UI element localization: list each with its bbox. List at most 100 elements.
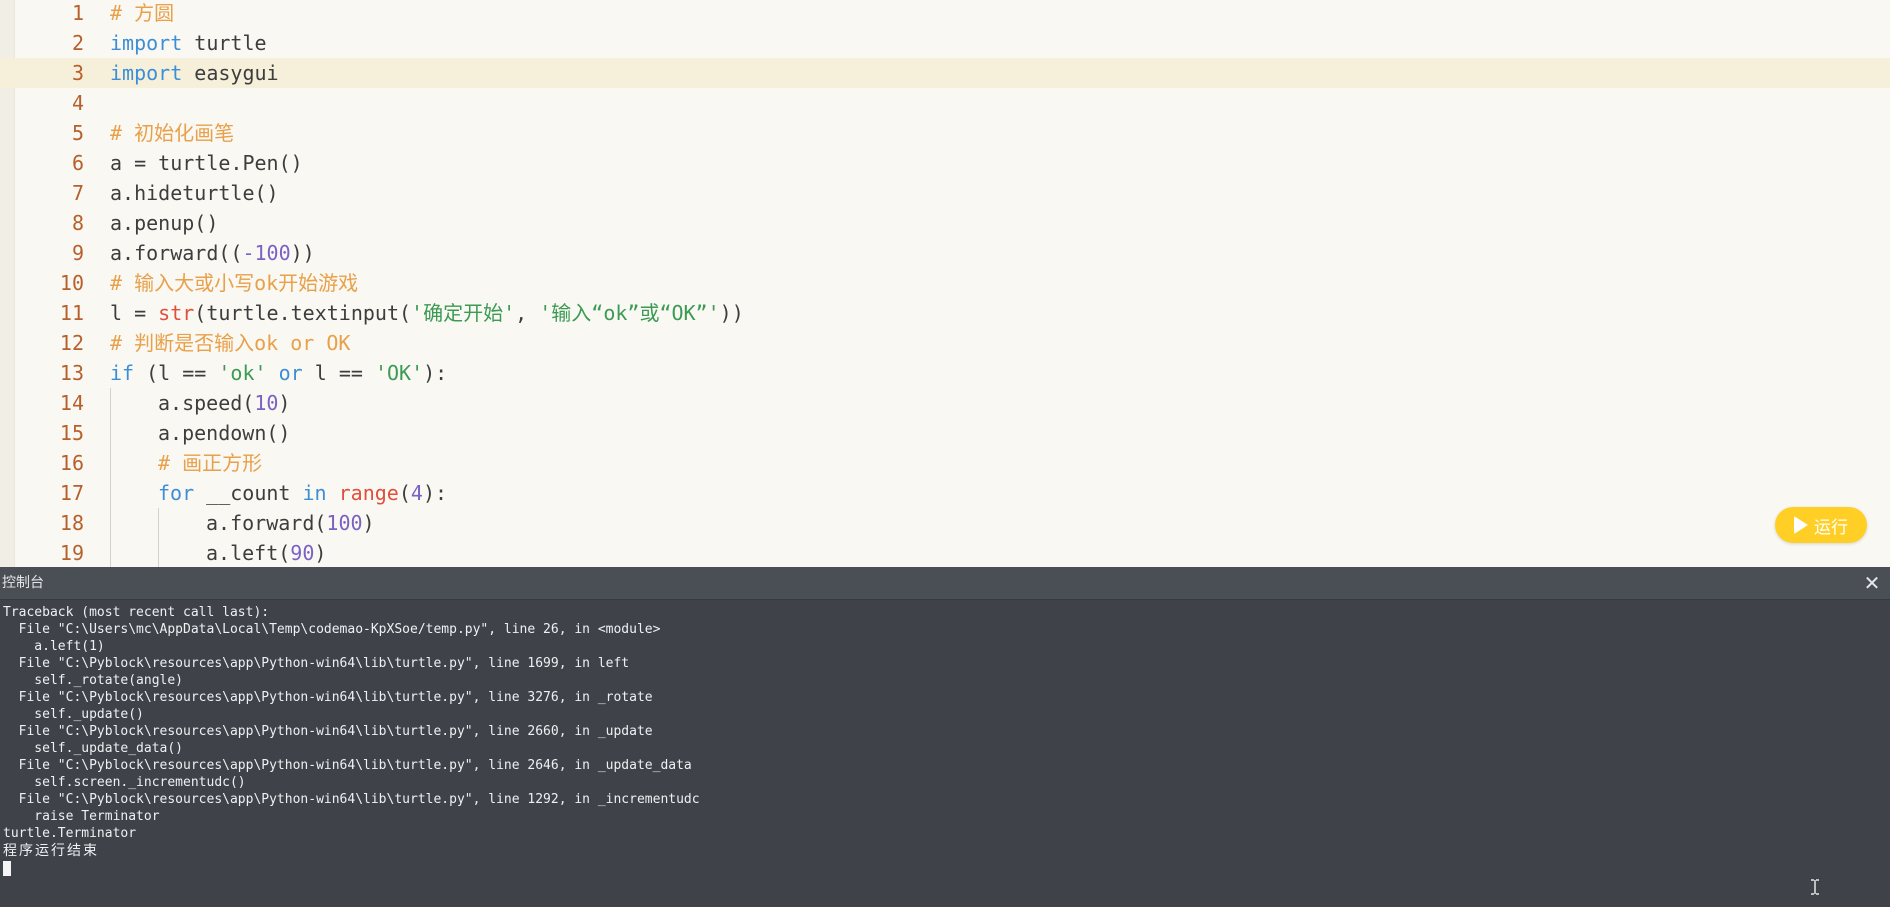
code-token: # 初始化画笔 [110,121,235,145]
line-number: 6 [71,151,84,175]
line-code: # 初始化画笔 [110,118,234,148]
code-token: a.forward(( [110,241,243,265]
code-token: l = [110,301,159,325]
code-line[interactable]: 19 a.left(90) [0,538,1890,567]
code-line[interactable]: 1 # 方圆 [0,0,1890,28]
code-token: '输入“ok”或“OK”' [539,301,720,325]
line-code: a.pendown() [158,418,290,448]
line-number: 3 [71,61,84,85]
line-number: 14 [59,391,84,415]
code-token: 4 [410,481,423,505]
code-line[interactable]: 4 [0,88,1890,118]
line-code: if (l == 'ok' or l == 'OK'): [110,358,447,388]
close-icon[interactable]: ✕ [1860,571,1884,595]
code-token: or [278,361,303,385]
console-output-line: self._update_data() [3,741,184,756]
pyblock-ide: 1 # 方圆 2 import turtle 3 import easygui 4 5 # 初始… [0,0,1890,907]
code-token: (l == [134,361,219,385]
code-line[interactable]: 3 import easygui [0,58,1890,88]
code-token: ) [314,541,327,565]
console-panel: 控制台 ✕ Traceback (most recent call last):… [0,567,1890,907]
code-line[interactable]: 8 a.penup() [0,208,1890,238]
line-number: 7 [71,181,84,205]
line-code: a = turtle.Pen() [110,148,303,178]
code-token: in [302,481,327,505]
code-line[interactable]: 16 # 画正方形 [0,448,1890,478]
code-token: )) [290,241,315,265]
line-code: # 输入大或小写ok开始游戏 [110,268,358,298]
line-code: # 画正方形 [158,448,262,478]
line-code: # 判断是否输入ok or OK [110,328,350,358]
console-header: 控制台 ✕ [0,567,1890,600]
indent-guide [110,478,111,508]
code-token: a = turtle.Pen() [110,151,303,175]
code-token: 100 [326,511,363,535]
console-output-line: File "C:\Pyblock\resources\app\Python-wi… [3,792,700,807]
line-number: 10 [59,271,84,295]
code-token: easygui [182,61,279,85]
indent-guide [158,508,159,538]
console-output[interactable]: Traceback (most recent call last): File … [3,604,1883,864]
code-editor[interactable]: 1 # 方圆 2 import turtle 3 import easygui 4 5 # 初始… [0,0,1890,567]
code-line[interactable]: 11 l = str(turtle.textinput('确定开始', '输入“o… [0,298,1890,328]
line-code: a.speed(10) [158,388,290,418]
console-output-line: turtle.Terminator [3,826,137,841]
line-number: 5 [71,121,84,145]
console-output-line: self._rotate(angle) [3,673,184,688]
text-cursor-icon [1811,879,1819,895]
code-token: a.forward( [206,511,327,535]
code-line[interactable]: 17 for __count in range(4): [0,478,1890,508]
code-token: for [158,481,195,505]
code-line[interactable]: 9 a.forward((-100)) [0,238,1890,268]
console-title: 控制台 [2,575,44,591]
code-line[interactable]: 12 # 判断是否输入ok or OK [0,328,1890,358]
code-line[interactable]: 10 # 输入大或小写ok开始游戏 [0,268,1890,298]
code-line[interactable]: 5 # 初始化画笔 [0,118,1890,148]
code-line[interactable]: 2 import turtle [0,28,1890,58]
code-token: 90 [290,541,315,565]
code-token: a.left( [206,541,291,565]
code-token: l == [302,361,375,385]
console-output-line: File "C:\Pyblock\resources\app\Python-wi… [3,724,653,739]
line-code: l = str(turtle.textinput('确定开始', '输入“ok”… [110,298,744,328]
line-number: 11 [59,301,84,325]
code-token: import [110,31,183,55]
indent-guide [110,508,111,538]
code-token: ): [423,361,448,385]
code-line[interactable]: 18 a.forward(100) [0,508,1890,538]
code-line[interactable]: 13 if (l == 'ok' or l == 'OK'): [0,358,1890,388]
line-number: 1 [71,1,84,25]
code-token: 10 [254,391,279,415]
code-line[interactable]: 6 a = turtle.Pen() [0,148,1890,178]
indent-guide [158,538,159,567]
line-number: 8 [71,211,84,235]
code-token: # 输入大或小写ok开始游戏 [110,271,359,295]
code-token: , [515,301,540,325]
console-output-line: File "C:\Users\mc\AppData\Local\Temp\cod… [3,622,661,637]
indent-guide [110,388,111,418]
line-number: 4 [71,91,84,115]
line-number: 19 [59,541,84,565]
code-token: -100 [242,241,291,265]
code-line[interactable]: 15 a.pendown() [0,418,1890,448]
line-code: a.penup() [110,208,218,238]
line-number: 9 [71,241,84,265]
code-token: str [158,301,195,325]
line-number: 12 [59,331,84,355]
console-output-line: Traceback (most recent call last): [3,605,270,620]
code-token: ) [278,391,291,415]
run-button[interactable]: 运行 [1775,507,1867,543]
console-output-line: self._update() [3,707,144,722]
console-output-line: a.left(1) [3,639,105,654]
line-code: a.left(90) [206,538,326,567]
console-output-line: File "C:\Pyblock\resources\app\Python-wi… [3,758,692,773]
code-line[interactable]: 7 a.hideturtle() [0,178,1890,208]
line-number: 13 [59,361,84,385]
run-button-label: 运行 [1814,517,1848,538]
line-number: 15 [59,421,84,445]
code-token: __count [194,481,303,505]
console-output-line: File "C:\Pyblock\resources\app\Python-wi… [3,690,653,705]
code-token: 'ok' [218,361,267,385]
code-line[interactable]: 14 a.speed(10) [0,388,1890,418]
